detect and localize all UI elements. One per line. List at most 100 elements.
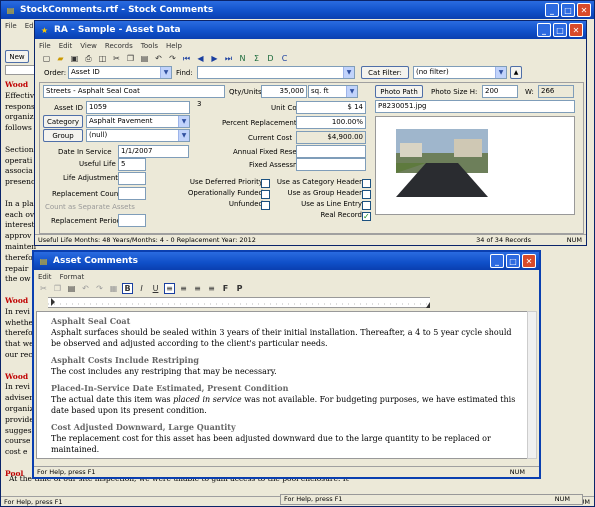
cut-icon[interactable]: ✂ [111, 53, 122, 64]
comments-close-button[interactable]: ✕ [522, 254, 536, 268]
comments-menu-format[interactable]: Format [60, 273, 85, 281]
checkbox[interactable] [261, 201, 270, 210]
photo-path-button[interactable]: Photo Path [375, 85, 423, 98]
annual-fixed-field[interactable] [296, 145, 366, 158]
order-select[interactable]: Asset ID ▼ [68, 66, 172, 79]
next-record-icon[interactable]: ▶ [209, 53, 220, 64]
preview-icon[interactable]: ◫ [97, 53, 108, 64]
checkbox[interactable] [362, 179, 371, 188]
align-center-icon[interactable]: ≡ [178, 283, 189, 294]
comments-toolbar: ✂ ❐ ▤ ↶ ↷ ▦ BIU ≡ ≡ ≡ ≡ FP [38, 283, 245, 294]
copy-icon[interactable]: ❐ [52, 283, 63, 294]
comments-maximize-button[interactable]: □ [506, 254, 520, 268]
second-num-indicator: NUM [554, 495, 570, 503]
print-icon[interactable]: ⎙ [83, 53, 94, 64]
comments-minimize-button[interactable]: _ [490, 254, 504, 268]
percent-field[interactable]: 100.00% [296, 116, 366, 129]
current-cost-label: Current Cost [248, 134, 293, 142]
filter-select[interactable]: (no filter) ▼ [413, 66, 507, 79]
order-label: Order: [44, 69, 67, 77]
asset-menu-tools[interactable]: Tools [141, 42, 158, 50]
asset-name-field[interactable]: Streets - Asphalt Seal Coat [43, 85, 225, 98]
last-record-icon[interactable]: ⏭ [223, 53, 234, 64]
chevron-down-icon: ▼ [343, 67, 354, 78]
asset-id-field[interactable]: 1059 [86, 101, 190, 114]
copy-icon[interactable]: ❐ [125, 53, 136, 64]
menu-file[interactable]: File [5, 22, 17, 30]
justify-icon[interactable]: ≡ [206, 283, 217, 294]
redo-icon[interactable]: ↷ [94, 283, 105, 294]
asset-status-bar: Useful Life Months: 48 Years/Months: 4 -… [35, 234, 586, 245]
maximize-button[interactable]: □ [561, 3, 575, 17]
new-button[interactable]: New [5, 50, 29, 63]
checkbox[interactable] [362, 201, 371, 210]
group-select[interactable]: (null) ▼ [86, 129, 190, 142]
new-icon[interactable]: ▢ [41, 53, 52, 64]
delete-record-icon[interactable]: D [265, 53, 276, 64]
asset-close-button[interactable]: ✕ [569, 23, 583, 37]
useful-life-field[interactable]: 5 [118, 158, 146, 171]
align-left-icon[interactable]: ≡ [164, 283, 175, 294]
asset-menu-view[interactable]: View [80, 42, 97, 50]
date-field[interactable]: 1/1/2007 [118, 145, 189, 158]
qty-field[interactable]: 35,000 [261, 85, 307, 98]
redo-icon[interactable]: ↷ [167, 53, 178, 64]
sigma-icon[interactable]: Σ [251, 53, 262, 64]
asset-menu-records[interactable]: Records [105, 42, 133, 50]
comments-scrollbar[interactable] [527, 311, 537, 459]
italic-button[interactable]: I [136, 283, 147, 294]
checkbox[interactable] [261, 179, 270, 188]
order-value: Asset ID [71, 68, 100, 76]
find-select[interactable]: ▼ [197, 66, 355, 79]
cat-filter-button[interactable]: Cat Filter: [361, 66, 409, 79]
prev-record-icon[interactable]: ◀ [195, 53, 206, 64]
open-icon[interactable]: ▰ [55, 53, 66, 64]
first-record-icon[interactable]: ⏮ [181, 53, 192, 64]
save-icon[interactable]: ▣ [69, 53, 80, 64]
checkbox-label: Use Deferred Priority [189, 178, 263, 186]
comment-section: Asphalt Costs Include Restriping The cost… [51, 355, 521, 377]
comment-body: The replacement cost for this asset has … [51, 434, 491, 454]
filter-toggle-button[interactable]: ▲ [510, 66, 522, 79]
cat-icon[interactable]: C [279, 53, 290, 64]
photo-file-field[interactable]: P8230051.jpg [375, 100, 575, 113]
cut-icon[interactable]: ✂ [38, 283, 49, 294]
comments-menu-edit[interactable]: Edit [38, 273, 52, 281]
align-right-icon[interactable]: ≡ [192, 283, 203, 294]
asset-menu-file[interactable]: File [39, 42, 51, 50]
unit-select[interactable]: sq. ft ▼ [308, 85, 358, 98]
image-icon[interactable]: ▦ [108, 283, 119, 294]
bold-button[interactable]: B [122, 283, 133, 294]
asset-minimize-button[interactable]: _ [537, 23, 551, 37]
category-select[interactable]: Asphalt Pavement ▼ [86, 115, 190, 128]
asset-menu-edit[interactable]: Edit [59, 42, 73, 50]
useful-life-label: Useful Life [79, 160, 116, 168]
asset-photo [396, 129, 488, 197]
life-adjustment-field[interactable] [118, 172, 146, 185]
group-button[interactable]: Group [43, 129, 83, 142]
new-record-icon[interactable]: N [237, 53, 248, 64]
photo-h-field[interactable]: 200 [482, 85, 518, 98]
asset-maximize-button[interactable]: □ [553, 23, 567, 37]
undo-icon[interactable]: ↶ [80, 283, 91, 294]
checkbox[interactable]: ✓ [362, 212, 371, 221]
font-button[interactable]: F [220, 283, 231, 294]
checkbox-label: Use as Line Entry [301, 200, 362, 208]
paste-icon[interactable]: ▤ [66, 283, 77, 294]
ra-icon: ★ [40, 25, 49, 35]
fixed-assessment-field[interactable] [296, 158, 366, 171]
undo-icon[interactable]: ↶ [153, 53, 164, 64]
unit-cost-field[interactable]: $ 14 [296, 101, 366, 114]
replacement-period-field[interactable] [118, 214, 146, 227]
checkbox[interactable] [362, 190, 371, 199]
comments-document[interactable]: Asphalt Seal Coat Asphalt surfaces should… [36, 311, 530, 459]
replacement-count-field[interactable] [118, 187, 146, 200]
paragraph-button[interactable]: P [234, 283, 245, 294]
paste-icon[interactable]: ▤ [139, 53, 150, 64]
asset-menu-help[interactable]: Help [166, 42, 182, 50]
close-button[interactable]: ✕ [577, 3, 591, 17]
underline-button[interactable]: U [150, 283, 161, 294]
checkbox[interactable] [261, 190, 270, 199]
minimize-button[interactable]: _ [545, 3, 559, 17]
category-button[interactable]: Category [43, 115, 83, 128]
